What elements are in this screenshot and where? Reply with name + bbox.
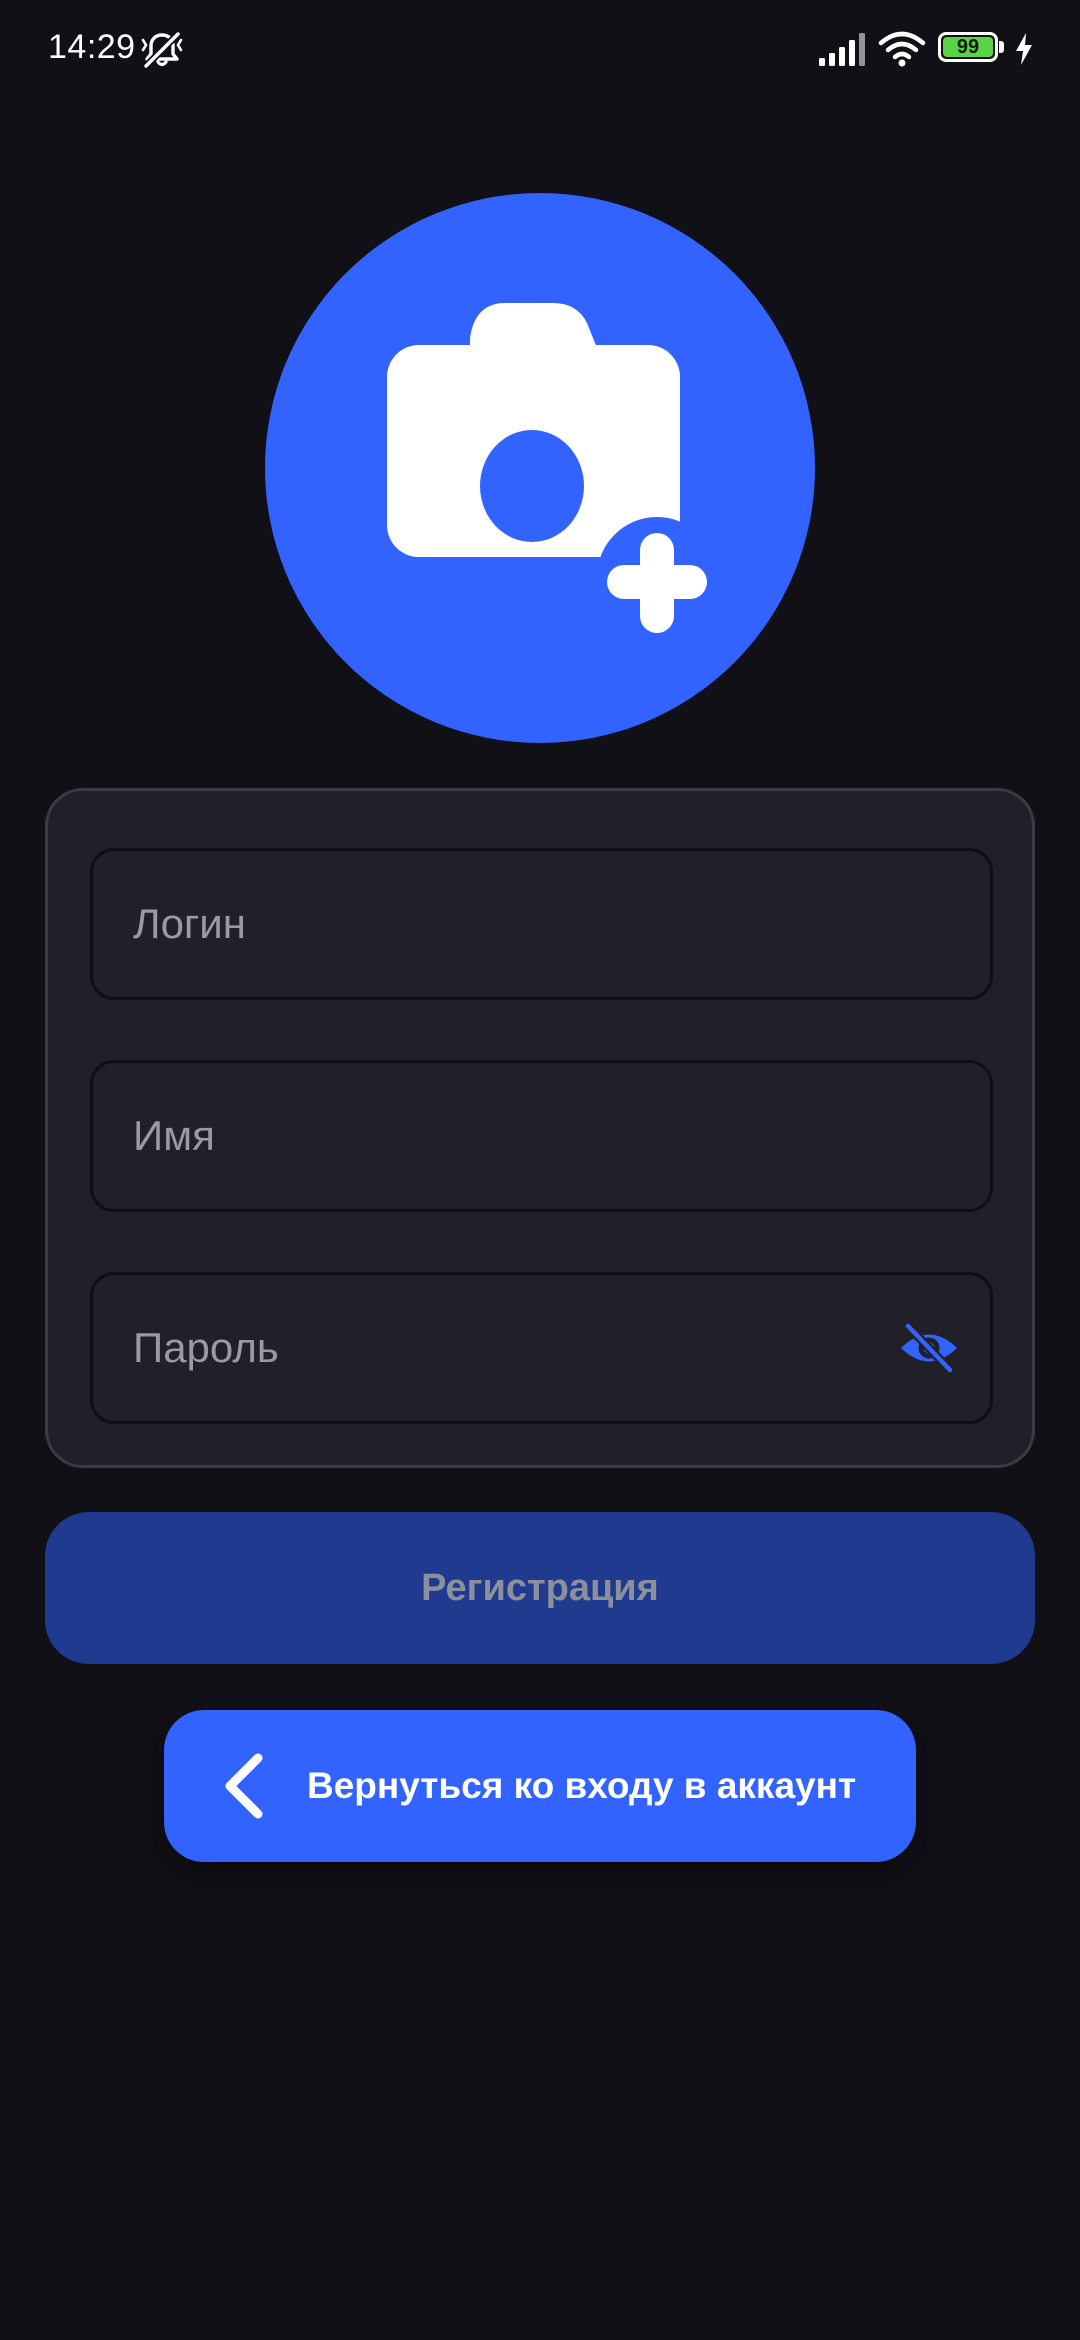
login-input[interactable] (93, 851, 990, 997)
password-field-container (90, 1272, 993, 1424)
eye-off-icon[interactable] (898, 1321, 960, 1375)
battery-icon: 99 (938, 32, 1008, 66)
status-time: 14:29 (48, 28, 136, 66)
add-photo-camera-icon (387, 303, 717, 637)
back-to-login-label: Вернуться ко входу в аккаунт (307, 1765, 857, 1806)
battery-level: 99 (956, 36, 980, 58)
name-field-container (90, 1060, 993, 1212)
register-button[interactable]: Регистрация (45, 1512, 1035, 1664)
chevron-left-icon (225, 1753, 263, 1819)
signal-icon (819, 33, 865, 66)
wifi-icon (878, 31, 926, 67)
avatar-picker-button[interactable] (265, 193, 815, 743)
login-field-container (90, 848, 993, 1000)
status-bar: 14:29 99 (0, 0, 1080, 100)
charging-icon (1016, 33, 1032, 65)
registration-form-card (45, 788, 1035, 1468)
password-input[interactable] (93, 1275, 990, 1421)
mute-icon (141, 31, 183, 69)
name-input[interactable] (93, 1063, 990, 1209)
back-to-login-button[interactable]: Вернуться ко входу в аккаунт (164, 1710, 916, 1862)
